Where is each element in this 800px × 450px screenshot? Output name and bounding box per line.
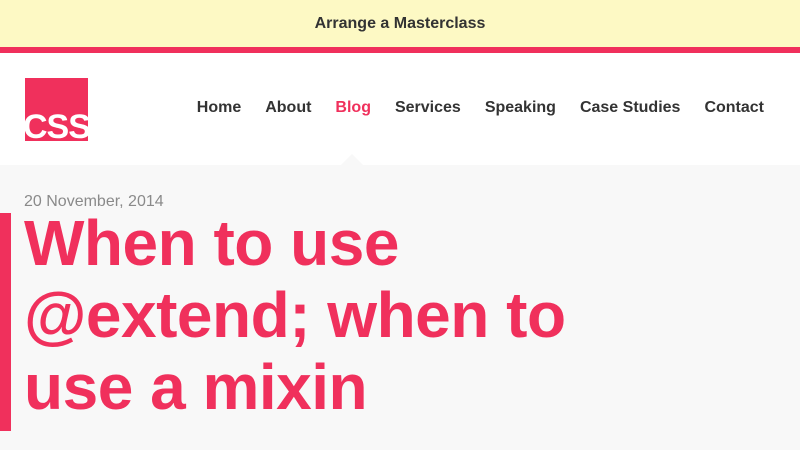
active-nav-pointer bbox=[341, 154, 363, 165]
nav-blog[interactable]: Blog bbox=[335, 98, 371, 118]
nav-home[interactable]: Home bbox=[197, 98, 241, 118]
nav-contact[interactable]: Contact bbox=[704, 98, 764, 118]
post-content: 20 November, 2014 When to use @extend; w… bbox=[0, 165, 800, 450]
site-header: CSS Home About Blog Services Speaking Ca… bbox=[0, 53, 800, 165]
post-title: When to use @extend; when to use a mixin bbox=[24, 207, 566, 423]
nav-services[interactable]: Services bbox=[395, 98, 461, 118]
nav-about[interactable]: About bbox=[265, 98, 311, 118]
nav-speaking[interactable]: Speaking bbox=[485, 98, 556, 118]
title-accent-bar bbox=[0, 213, 11, 431]
site-logo[interactable]: CSS bbox=[25, 78, 88, 141]
masterclass-promo-link[interactable]: Arrange a Masterclass bbox=[0, 0, 800, 47]
logo-text: CSS bbox=[25, 108, 88, 141]
nav-case-studies[interactable]: Case Studies bbox=[580, 98, 680, 118]
main-nav: Home About Blog Services Speaking Case S… bbox=[197, 98, 764, 118]
